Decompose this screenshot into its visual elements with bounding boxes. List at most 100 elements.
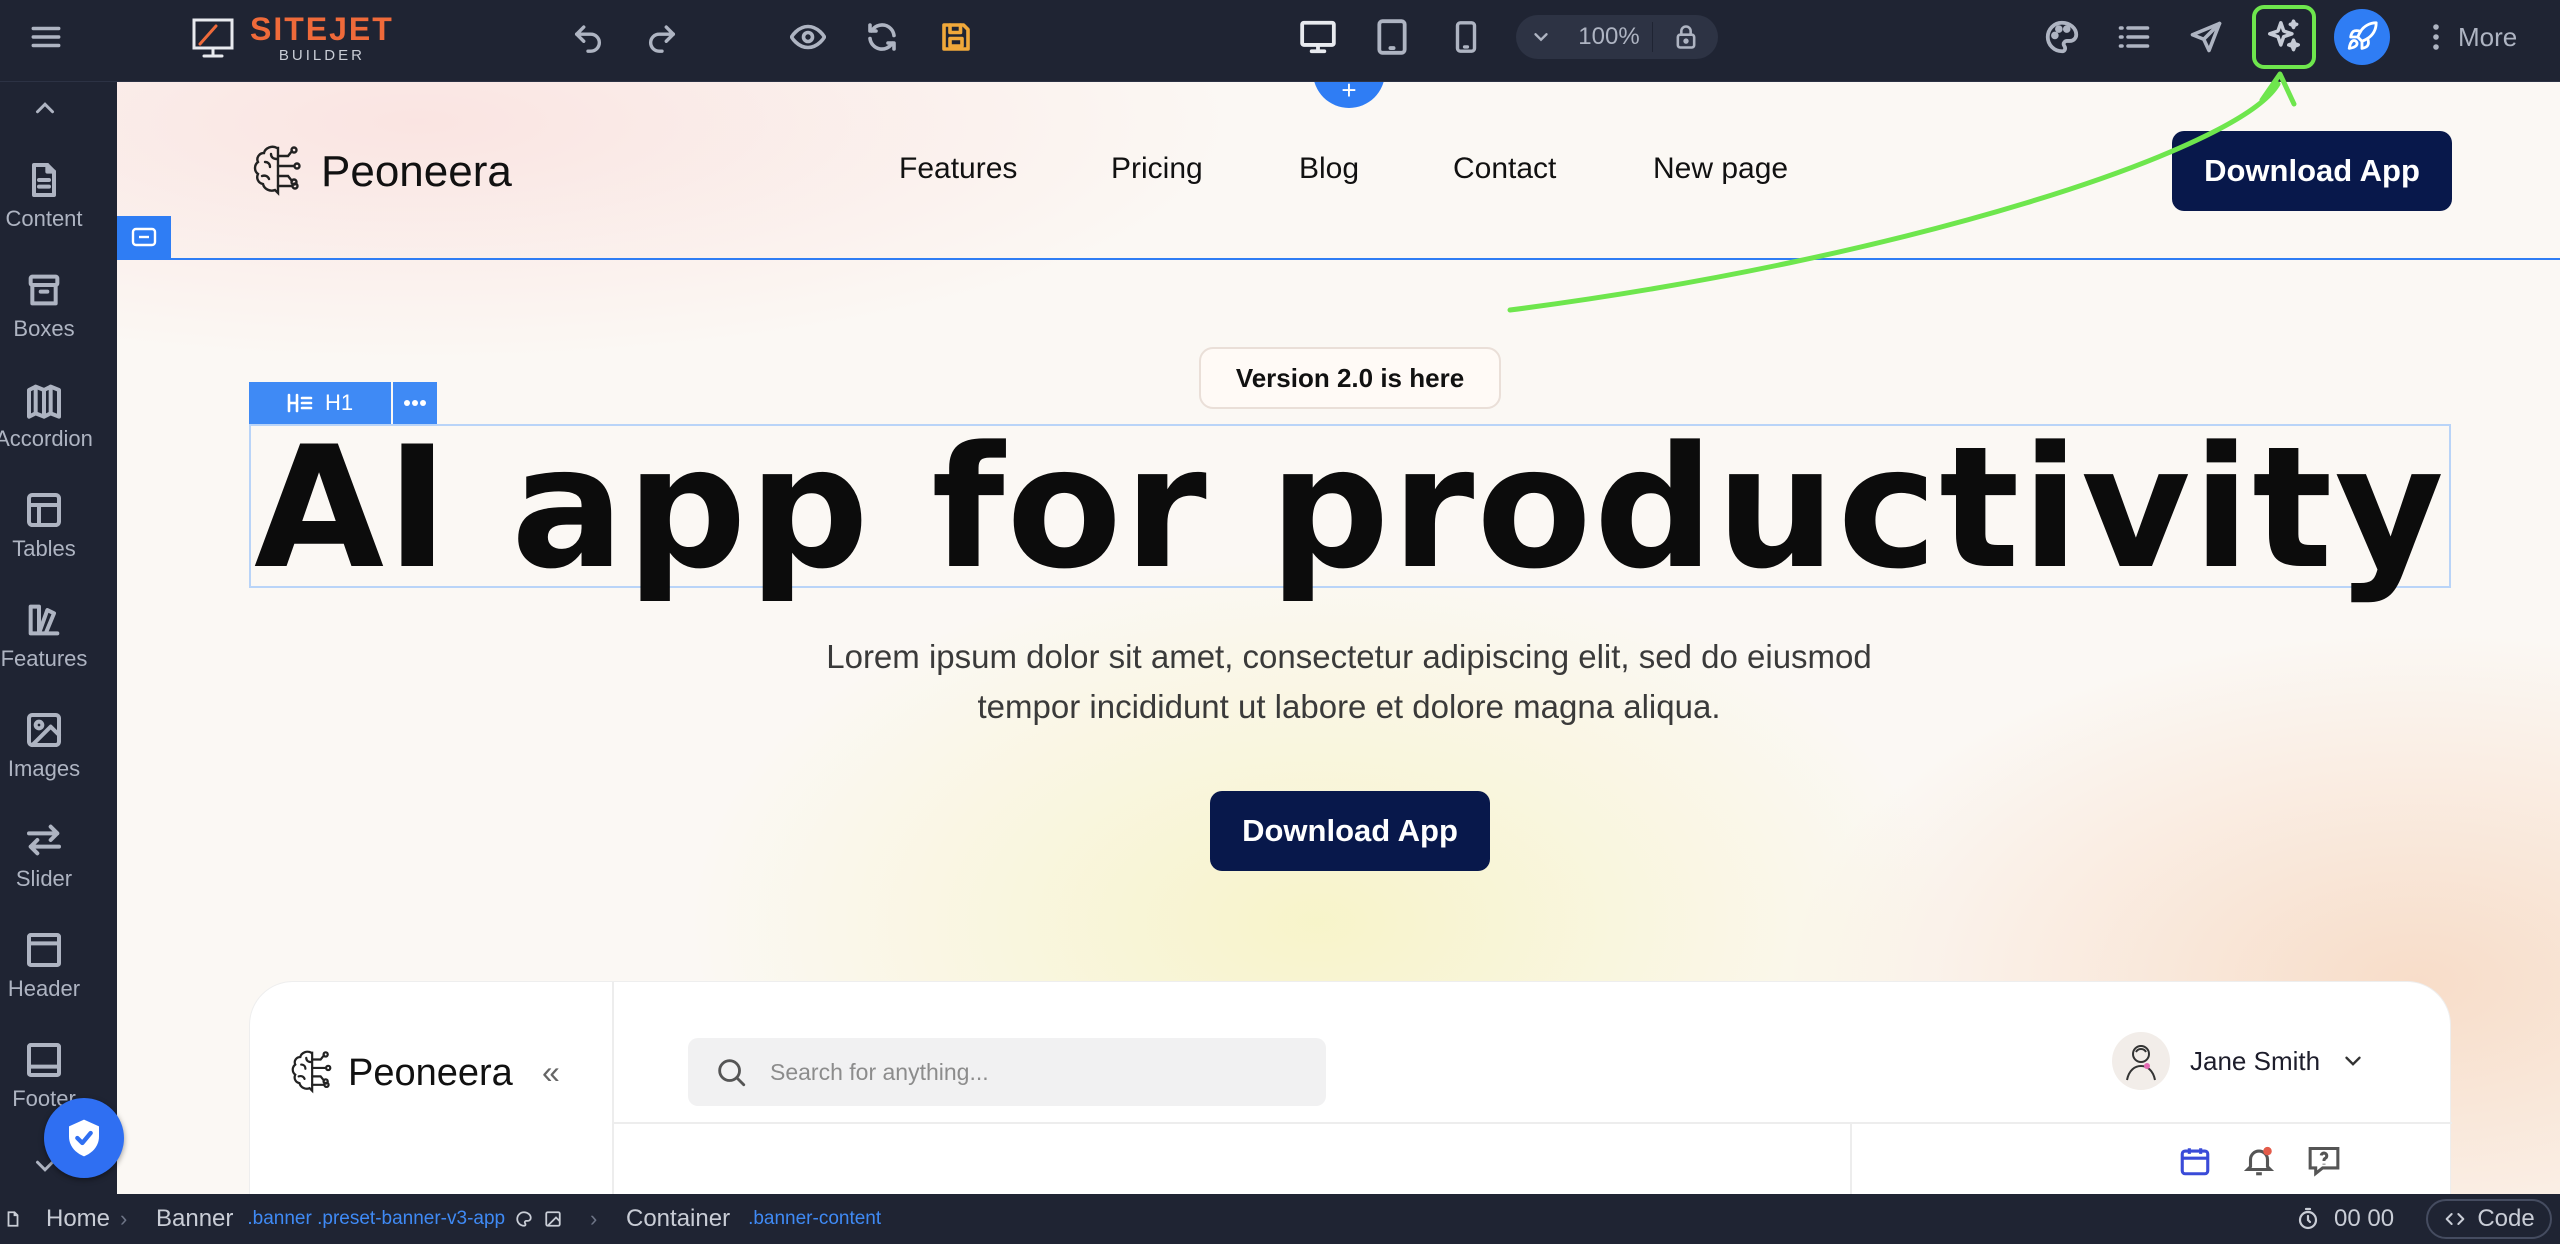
editor-canvas[interactable]: + Peoneera Features Pricing Blog Contact… — [117, 82, 2560, 1194]
refresh-button[interactable] — [856, 0, 908, 74]
status-bar: Home › Banner .banner .preset-banner-v3-… — [0, 1194, 2560, 1244]
sidebar-item-accordion[interactable]: Accordion — [0, 380, 93, 480]
breadcrumb-container[interactable]: Container .banner-content — [626, 1194, 881, 1244]
mockup-search-bar: Search for anything... — [688, 1038, 1326, 1106]
add-section-button[interactable]: + — [1313, 82, 1385, 108]
nav-link-blog[interactable]: Blog — [1299, 152, 1359, 186]
nav-link-pricing[interactable]: Pricing — [1111, 152, 1203, 186]
sidebar-item-boxes[interactable]: Boxes — [0, 270, 88, 370]
hamburger-menu-button[interactable] — [18, 0, 74, 74]
breadcrumb-banner[interactable]: Banner .banner .preset-banner-v3-app — [156, 1194, 563, 1244]
header-download-button[interactable]: Download App — [2172, 131, 2452, 211]
more-menu-button[interactable]: More — [2430, 14, 2517, 60]
calendar-icon — [2178, 1144, 2212, 1178]
sidebar-item-label: Features — [0, 646, 88, 671]
section-settings-tag[interactable] — [117, 216, 171, 258]
redo-icon — [649, 25, 676, 53]
ellipsis-icon — [404, 400, 426, 406]
scroll-up-button[interactable] — [0, 88, 90, 128]
mockup-sidebar: Peoneera « — [250, 982, 614, 1194]
image-icon — [545, 1211, 561, 1227]
mockup-action-icons — [2178, 1144, 2342, 1178]
undo-icon — [574, 25, 601, 53]
sidebar-item-features[interactable]: Features — [0, 600, 88, 700]
accordion-icon — [27, 384, 61, 419]
sitejet-logo[interactable]: SITEJET BUILDER — [190, 11, 394, 63]
eye-icon — [790, 24, 826, 50]
list-icon — [2118, 26, 2150, 48]
breadcrumb-separator: › — [120, 1206, 128, 1231]
breadcrumb-label: Banner — [156, 1205, 234, 1232]
sidebar-item-label: Slider — [15, 866, 73, 891]
element-sidebar: Content Boxes Accordion Tables Features … — [0, 82, 117, 1194]
lock-icon[interactable] — [1653, 23, 1718, 51]
hero-title[interactable]: AI app for productivity — [251, 424, 2449, 592]
breadcrumb-home[interactable]: Home — [4, 1194, 110, 1244]
breadcrumb-label: Container — [626, 1205, 731, 1232]
sparkles-icon — [2268, 19, 2300, 52]
privacy-shield-button[interactable] — [44, 1098, 124, 1178]
nav-link-contact[interactable]: Contact — [1453, 152, 1556, 186]
file-icon — [32, 163, 56, 197]
breadcrumb-class: .banner-content — [748, 1208, 882, 1229]
design-palette-button[interactable] — [2036, 0, 2088, 74]
publish-button[interactable] — [2334, 9, 2390, 65]
kebab-icon — [2433, 24, 2439, 50]
logo-text: SITEJET — [250, 11, 394, 47]
code-icon — [2445, 1213, 2465, 1225]
shield-check-icon — [69, 1119, 99, 1157]
structure-list-button[interactable] — [2108, 0, 2160, 74]
breadcrumb-class: .banner .preset-banner-v3-app — [247, 1208, 506, 1229]
search-icon — [718, 1059, 746, 1087]
section-icon — [131, 227, 157, 247]
features-icon — [28, 604, 60, 636]
timer-value: 00 00 — [2334, 1205, 2395, 1232]
hero-heading-box[interactable]: AI app for productivity — [249, 424, 2451, 592]
sidebar-item-slider[interactable]: Slider — [0, 820, 88, 920]
navigator-button[interactable] — [2180, 0, 2232, 74]
site-logo[interactable]: Peoneera — [247, 140, 512, 204]
tablet-view-button[interactable] — [1366, 0, 1418, 74]
collapse-sidebar-icon: « — [542, 1054, 560, 1090]
footer-icon — [27, 1043, 61, 1077]
breadcrumb-label: Home — [46, 1205, 111, 1232]
sidebar-item-tables[interactable]: Tables — [0, 490, 88, 590]
site-brand-name: Peoneera — [321, 147, 512, 196]
bell-icon — [2242, 1144, 2276, 1178]
redo-button[interactable] — [636, 0, 688, 74]
zoom-control[interactable]: 100% — [1516, 15, 1718, 59]
mobile-icon — [1455, 21, 1477, 53]
slider-arrows-icon — [27, 824, 61, 856]
sidebar-item-header[interactable]: Header — [0, 930, 88, 1030]
sidebar-item-label: Boxes — [13, 316, 75, 341]
save-button[interactable] — [930, 0, 982, 74]
hero-subtitle[interactable]: Lorem ipsum dolor sit amet, consectetur … — [717, 632, 1981, 732]
code-editor-button[interactable]: Code — [2426, 1199, 2552, 1239]
refresh-icon — [868, 23, 896, 51]
desktop-view-button[interactable] — [1292, 0, 1344, 74]
image-icon — [27, 713, 61, 747]
preview-button[interactable] — [782, 0, 834, 74]
brain-circuit-icon — [253, 145, 301, 196]
section-selection-line — [117, 258, 2560, 260]
undo-button[interactable] — [562, 0, 614, 74]
mockup-brand-name: Peoneera — [348, 1051, 513, 1094]
time-tracker[interactable]: 00 00 — [2296, 1194, 2394, 1244]
chevron-down-icon[interactable] — [1516, 26, 1566, 48]
sidebar-item-images[interactable]: Images — [0, 710, 88, 810]
chevron-up-icon — [36, 102, 54, 114]
desktop-icon — [1300, 20, 1336, 54]
app-mockup: Peoneera « Search for anything... Jane S… — [249, 981, 2452, 1194]
page-icon — [7, 1211, 19, 1227]
more-label: More — [2458, 21, 2518, 52]
sidebar-item-label: Images — [7, 756, 81, 781]
hero-download-button[interactable]: Download App — [1210, 791, 1490, 871]
mobile-view-button[interactable] — [1440, 0, 1492, 74]
ai-assistant-button[interactable] — [2252, 5, 2316, 69]
sidebar-item-label: Accordion — [0, 426, 93, 451]
divider — [614, 1122, 2452, 1124]
nav-link-features[interactable]: Features — [899, 152, 1017, 186]
sidebar-item-content[interactable]: Content — [0, 160, 88, 260]
top-toolbar: SITEJET BUILDER 100% More — [0, 0, 2560, 82]
nav-link-new-page[interactable]: New page — [1653, 152, 1788, 186]
